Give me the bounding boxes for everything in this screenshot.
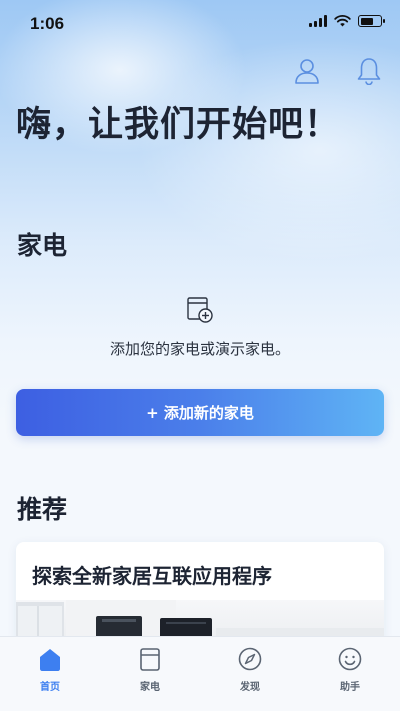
appliances-section-title: 家电: [17, 231, 68, 260]
bottom-tab-bar: 首页 家电 发现 助手: [0, 636, 400, 711]
recommendation-card[interactable]: 探索全新家居互联应用程序: [16, 542, 384, 642]
status-time: 1:06: [30, 14, 65, 33]
tab-assistant-label: 助手: [340, 682, 360, 693]
battery-icon: [358, 15, 385, 27]
bell-icon[interactable]: [356, 57, 382, 85]
home-icon: [40, 649, 60, 671]
greeting-heading: 嗨，让我们开始吧！: [16, 105, 341, 145]
tab-appliances-label: 家电: [140, 682, 160, 693]
compass-icon: [238, 647, 262, 671]
tab-home[interactable]: 首页: [0, 637, 100, 711]
add-appliance-button[interactable]: + 添加新的家电: [16, 389, 384, 436]
tab-home-label: 首页: [40, 682, 60, 693]
status-bar: 1:06: [0, 0, 400, 48]
tab-assistant[interactable]: 助手: [300, 637, 400, 711]
wifi-icon: [334, 15, 351, 27]
user-icon[interactable]: [294, 57, 320, 85]
recommended-section-title: 推荐: [17, 495, 68, 524]
add-appliance-icon: [187, 297, 213, 323]
card-title: 探索全新家居互联应用程序: [32, 564, 272, 588]
tab-discover[interactable]: 发现: [200, 637, 300, 711]
status-icons: [309, 15, 385, 27]
header-actions: [294, 57, 382, 85]
tab-discover-label: 发现: [240, 682, 260, 693]
appliance-icon: [140, 648, 160, 671]
signal-icon: [309, 15, 327, 27]
empty-appliances-text: 添加您的家电或演示家电。: [109, 340, 290, 358]
smile-icon: [338, 647, 362, 671]
tab-appliances[interactable]: 家电: [100, 637, 200, 711]
